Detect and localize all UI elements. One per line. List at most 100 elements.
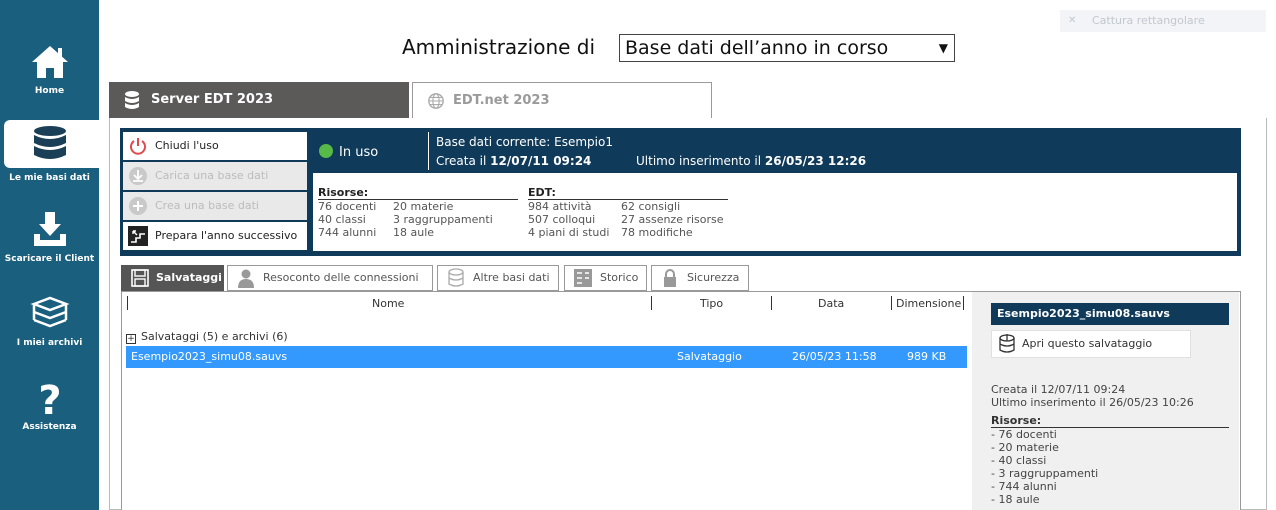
details-resources-title: Risorse: [991, 414, 1042, 427]
books-icon [30, 296, 70, 328]
chevron-down-icon: ▼ [938, 41, 948, 55]
action-label: Chiudi l'uso [155, 139, 219, 152]
stat-item: 20 materie [393, 200, 454, 213]
close-icon: ✕ [1068, 15, 1077, 26]
sidebar-item-home[interactable]: Home [0, 36, 99, 112]
sidebar-item-archives[interactable]: I miei archivi [0, 288, 99, 364]
lock-icon [664, 269, 676, 287]
created-label: Creata il [436, 154, 487, 168]
last-value: 26/05/23 12:26 [764, 154, 867, 168]
stat-item: 78 modifiche [621, 226, 693, 239]
group-label: Salvataggi (5) e archivi (6) [141, 330, 288, 343]
action-label: Prepara l'anno successivo [155, 229, 298, 242]
tab-label: EDT.net 2023 [453, 93, 550, 108]
database-icon [34, 126, 66, 159]
cell-size: 989 KB [907, 350, 947, 363]
stat-item: 62 consigli [621, 200, 681, 213]
divider [428, 132, 429, 170]
cell-type: Salvataggio [677, 350, 742, 363]
open-backup-label: Apri questo salvataggio [1022, 337, 1153, 350]
sidebar-item-label: I miei archivi [16, 338, 83, 348]
stat-item: 744 alunni [318, 226, 377, 239]
details-title: Esempio2023_simu08.sauvs [991, 303, 1229, 325]
expand-icon[interactable]: + [126, 334, 136, 344]
prepare-next-year-button[interactable]: Prepara l'anno successivo [123, 222, 307, 250]
tab-history[interactable]: Storico [564, 265, 647, 291]
status-text: In uso [339, 145, 379, 160]
column-separator[interactable] [963, 296, 964, 310]
details-resource: - 40 classi [991, 454, 1047, 467]
home-icon [32, 46, 68, 78]
capture-rect-button[interactable]: ✕ Cattura rettangolare [1060, 10, 1266, 32]
tab-label: Sicurezza [687, 271, 740, 284]
close-usage-button[interactable]: Chiudi l'uso [123, 132, 307, 160]
stat-item: 27 assenze risorse [621, 213, 724, 226]
details-resource: - 76 docenti [991, 428, 1057, 441]
created-value: 12/07/11 09:24 [490, 154, 592, 168]
power-icon [130, 138, 146, 155]
tab-backups[interactable]: Salvataggi [121, 265, 224, 291]
column-separator[interactable] [771, 296, 772, 310]
history-icon [574, 269, 592, 287]
column-header-date[interactable]: Data [818, 297, 844, 310]
tab-other-databases[interactable]: Altre basi dati [437, 265, 559, 291]
sidebar: Home Le mie basi dati Scaricare il Clien… [0, 0, 99, 510]
load-database-button[interactable]: Carica una base dati [123, 162, 307, 190]
details-created: Creata il 12/07/11 09:24 [991, 383, 1126, 396]
svg-text:?: ? [38, 378, 61, 418]
tab-security[interactable]: Sicurezza [651, 265, 749, 291]
stat-item: 3 raggruppamenti [393, 213, 493, 226]
table-row[interactable]: Esempio2023_simu08.sauvs Salvataggio 26/… [126, 346, 967, 368]
cell-name: Esempio2023_simu08.sauvs [131, 350, 288, 363]
tab-server[interactable]: Server EDT 2023 [109, 82, 409, 118]
tab-connections[interactable]: Resoconto delle connessioni [227, 265, 433, 291]
column-header-type[interactable]: Tipo [700, 297, 723, 310]
database-select[interactable]: Base dati dell’anno in corso ▼ [619, 34, 955, 62]
open-backup-button[interactable]: Apri questo salvataggio [991, 330, 1191, 358]
column-separator[interactable] [891, 296, 892, 310]
save-icon [131, 269, 149, 287]
stairs-icon [128, 226, 148, 246]
tab-label: Salvataggi [156, 271, 222, 284]
globe-icon [428, 93, 444, 109]
details-resource: - 20 materie [991, 441, 1059, 454]
tab-label: Altre basi dati [473, 271, 550, 284]
tab-net[interactable]: EDT.net 2023 [412, 82, 712, 118]
group-row[interactable]: + Salvataggi (5) e archivi (6) [126, 330, 288, 344]
action-label: Crea una base dati [155, 199, 259, 212]
sidebar-item-label: Le mie basi dati [9, 173, 90, 183]
database-icon [448, 268, 464, 287]
stat-item: 18 aule [393, 226, 435, 239]
capture-label: Cattura rettangolare [1092, 14, 1205, 27]
plus-icon [129, 197, 147, 215]
column-separator[interactable] [127, 296, 128, 310]
sidebar-item-label: Scaricare il Client [4, 254, 95, 264]
details-resource: - 744 alunni [991, 480, 1057, 493]
sidebar-item-databases[interactable] [4, 120, 99, 168]
column-separator[interactable] [651, 296, 652, 310]
stat-item: 40 classi [318, 213, 366, 226]
database-icon [999, 334, 1015, 353]
download-icon [129, 167, 147, 185]
column-header-size[interactable]: Dimensione [896, 297, 961, 310]
sidebar-item-download[interactable]: Scaricare il Client [0, 204, 99, 280]
last-insert-info: Ultimo inserimento il 26/05/23 12:26 [636, 154, 866, 168]
create-database-button[interactable]: Crea una base dati [123, 192, 307, 220]
current-database: Base dati corrente: Esempio1 [436, 135, 613, 149]
database-icon [125, 91, 139, 109]
details-resource: - 18 aule [991, 493, 1040, 506]
sidebar-item-help[interactable]: ? Assistenza [0, 372, 99, 448]
download-icon [34, 212, 66, 246]
sidebar-item-label: Home [34, 86, 65, 96]
cell-date: 26/05/23 11:58 [792, 350, 877, 363]
tab-label: Server EDT 2023 [151, 92, 274, 107]
last-label: Ultimo inserimento il [636, 154, 762, 168]
user-icon [238, 269, 254, 288]
created-info: Creata il 12/07/11 09:24 [436, 154, 591, 168]
resources-title: Risorse: [318, 186, 369, 199]
column-header-name[interactable]: Nome [372, 297, 404, 310]
tab-label: Resoconto delle connessioni [263, 271, 419, 284]
stat-item: 76 docenti [318, 200, 377, 213]
stat-item: 4 piani di studi [528, 226, 610, 239]
sidebar-item-label: Assistenza [22, 422, 77, 432]
